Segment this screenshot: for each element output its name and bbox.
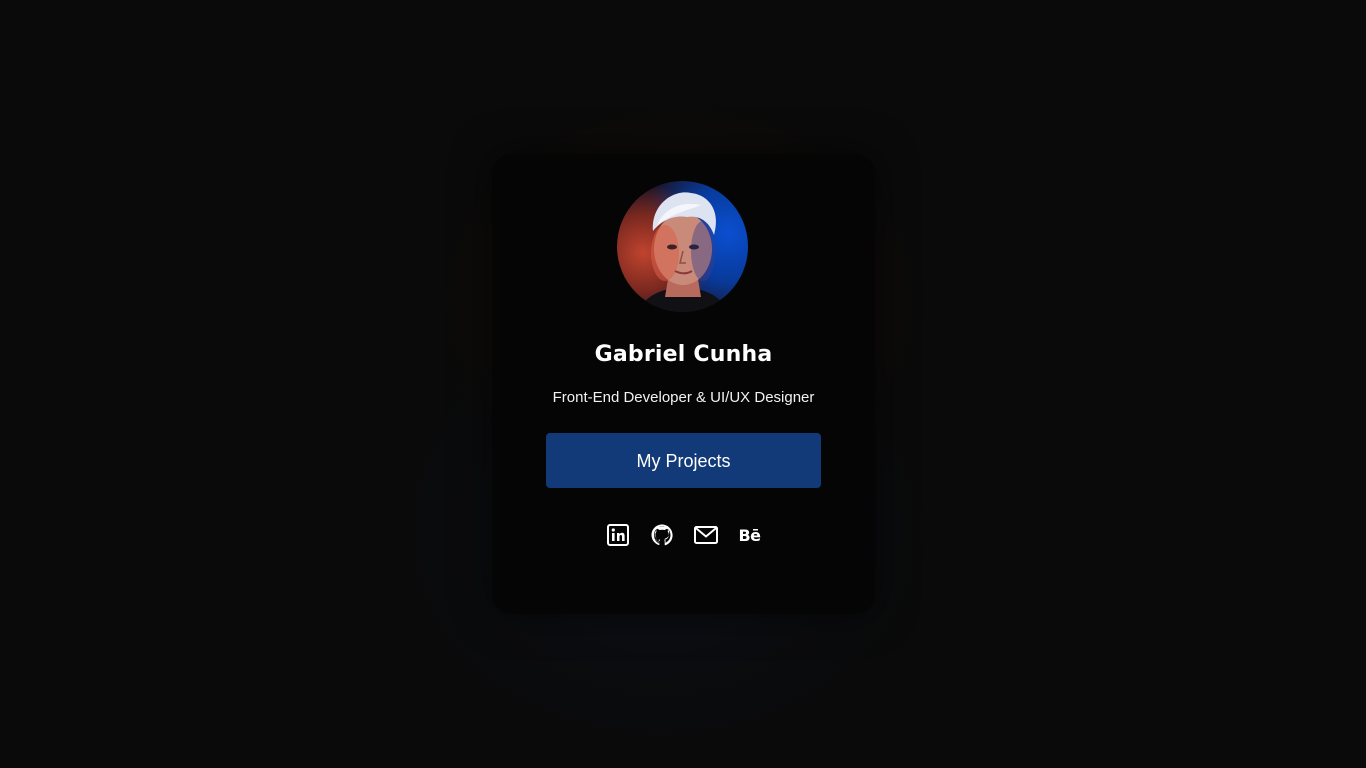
social-links: Bē	[492, 523, 875, 547]
behance-link[interactable]: Bē	[738, 523, 762, 547]
avatar	[617, 181, 748, 312]
profile-name: Gabriel Cunha	[594, 342, 773, 367]
profile-photo-icon	[637, 192, 729, 312]
profile-role: Front-End Developer & UI/UX Designer	[552, 389, 815, 406]
page-background: Gabriel Cunha Front-End Developer & UI/U…	[0, 0, 1366, 768]
my-projects-button[interactable]: My Projects	[546, 433, 821, 488]
linkedin-icon	[606, 524, 629, 546]
linkedin-link[interactable]	[606, 523, 630, 547]
mail-icon	[693, 526, 718, 544]
profile-card: Gabriel Cunha Front-End Developer & UI/U…	[492, 154, 875, 614]
github-link[interactable]	[650, 523, 674, 547]
mail-link[interactable]	[693, 523, 718, 547]
behance-icon: Bē	[738, 525, 761, 545]
github-icon	[651, 524, 673, 546]
